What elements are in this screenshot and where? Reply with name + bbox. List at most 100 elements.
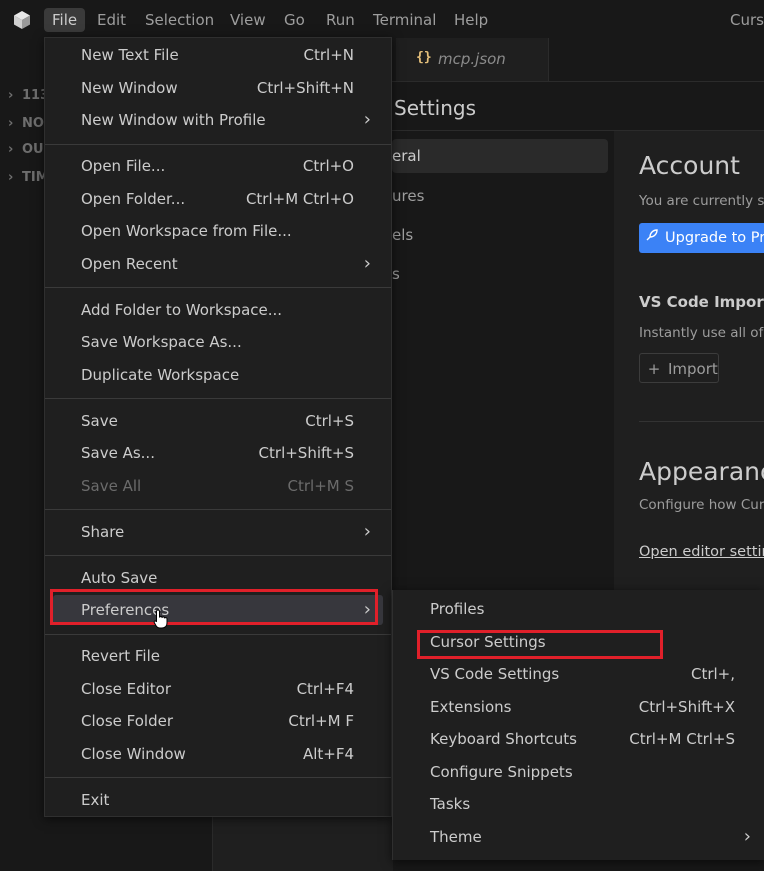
menu-item-duplicate-workspace[interactable]: Duplicate Workspace	[45, 360, 391, 390]
menu-item-shortcut: Ctrl+M F	[288, 712, 354, 730]
menu-item-label: Save All	[81, 476, 142, 495]
chevron-right-icon: ›	[743, 825, 751, 847]
menu-item-open-recent[interactable]: Open Recent ›	[45, 249, 391, 279]
menu-item-label: Revert File	[81, 647, 160, 665]
menu-separator	[45, 509, 391, 510]
settings-nav: eral ures els s	[392, 130, 615, 601]
submenu-item-profiles[interactable]: Profiles	[393, 594, 764, 624]
menu-item-label: New Text File	[81, 46, 179, 64]
submenu-item-tasks[interactable]: Tasks	[393, 789, 764, 819]
sidebar-section-timeline[interactable]: › TIM	[8, 166, 49, 190]
menu-view[interactable]: View	[222, 8, 274, 32]
menu-item-open-workspace-from-file[interactable]: Open Workspace from File...	[45, 216, 391, 246]
menu-edit[interactable]: Edit	[89, 8, 134, 32]
sidebar-section-1[interactable]: › 113	[8, 84, 49, 108]
menu-file[interactable]: File	[44, 8, 86, 32]
hand-pointer-icon	[153, 609, 168, 629]
highlight-outline-cursor-settings	[417, 630, 663, 659]
menu-item-label: Add Folder to Workspace...	[81, 300, 283, 319]
menu-help[interactable]: Help	[446, 8, 496, 32]
menu-separator	[45, 143, 391, 145]
rocket-icon	[639, 223, 665, 253]
menu-item-shortcut: Ctrl+F4	[296, 679, 354, 698]
menu-item-close-window[interactable]: Close Window Alt+F4	[45, 739, 391, 769]
menu-item-label: Save As...	[81, 444, 155, 462]
menu-terminal[interactable]: Terminal	[365, 8, 444, 32]
submenu-item-label: Tasks	[430, 795, 471, 813]
upgrade-to-pro-button[interactable]: Upgrade to Pro	[639, 223, 764, 253]
submenu-item-extensions[interactable]: Extensions Ctrl+Shift+X	[393, 692, 764, 722]
file-menu: New Text File Ctrl+N New Window Ctrl+Shift+…	[44, 37, 392, 817]
menu-separator	[45, 555, 391, 556]
menu-item-save-workspace-as[interactable]: Save Workspace As...	[45, 327, 391, 357]
settings-nav-features[interactable]: ures	[392, 179, 610, 213]
menu-item-label: Open Folder...	[81, 189, 186, 208]
menu-item-new-window[interactable]: New Window Ctrl+Shift+N	[45, 73, 391, 103]
chevron-right-icon: ›	[8, 88, 14, 103]
submenu-item-label: Configure Snippets	[430, 762, 573, 781]
menu-item-close-folder[interactable]: Close Folder Ctrl+M F	[45, 706, 391, 736]
menu-separator	[45, 287, 391, 288]
menu-separator	[45, 398, 391, 399]
menu-item-save-as[interactable]: Save As... Ctrl+Shift+S	[45, 438, 391, 468]
menu-item-shortcut: Ctrl+N	[303, 46, 354, 64]
menu-item-add-folder-to-workspace[interactable]: Add Folder to Workspace...	[45, 295, 391, 325]
menu-item-revert-file[interactable]: Revert File	[45, 641, 391, 671]
menu-item-auto-save[interactable]: Auto Save	[45, 563, 391, 593]
menu-separator	[45, 777, 391, 778]
menu-separator	[45, 633, 391, 635]
settings-nav-general[interactable]: eral	[392, 139, 608, 173]
settings-nav-models[interactable]: els	[392, 218, 610, 252]
menu-item-label: Close Folder	[81, 712, 173, 730]
menu-item-new-text-file[interactable]: New Text File Ctrl+N	[45, 40, 391, 70]
menu-item-label: Share	[81, 522, 125, 541]
menu-item-exit[interactable]: Exit	[45, 785, 391, 815]
menu-item-label: Auto Save	[81, 568, 158, 587]
menu-item-share[interactable]: Share ›	[45, 517, 391, 547]
menu-item-new-window-with-profile[interactable]: New Window with Profile ›	[45, 105, 391, 135]
menu-item-close-editor[interactable]: Close Editor Ctrl+F4	[45, 674, 391, 704]
chevron-right-icon: ›	[363, 252, 371, 274]
menu-go[interactable]: Go	[276, 8, 313, 32]
submenu-item-label: Theme	[430, 827, 482, 846]
chevron-right-icon: ›	[363, 109, 371, 130]
submenu-item-theme[interactable]: Theme ›	[393, 822, 764, 852]
vscode-import-text: Instantly use all of y	[639, 325, 764, 341]
sidebar-section-outline[interactable]: › OU	[8, 138, 44, 162]
menu-item-shortcut: Ctrl+M Ctrl+O	[245, 189, 354, 208]
appearance-heading: Appearance	[639, 457, 764, 486]
highlight-outline-preferences	[50, 589, 378, 625]
submenu-item-label: Extensions	[430, 697, 512, 716]
menu-item-label: New Window with Profile	[81, 111, 266, 129]
menu-item-shortcut: Alt+F4	[302, 744, 354, 763]
menu-item-label: New Window	[81, 78, 178, 97]
menu-selection[interactable]: Selection	[137, 8, 222, 32]
menu-item-save[interactable]: Save Ctrl+S	[45, 406, 391, 436]
settings-content: Account You are currently sign Upgrade t…	[614, 130, 764, 601]
menu-run[interactable]: Run	[318, 8, 363, 32]
menu-item-open-folder[interactable]: Open Folder... Ctrl+M Ctrl+O	[45, 184, 391, 214]
menu-item-label: Exit	[81, 790, 110, 809]
open-editor-settings-link[interactable]: Open editor setting	[639, 544, 764, 560]
settings-nav-rules[interactable]: s	[392, 257, 610, 291]
submenu-item-label: Keyboard Shortcuts	[430, 730, 577, 748]
submenu-item-vs-code-settings[interactable]: VS Code Settings Ctrl+,	[393, 659, 764, 689]
menu-item-save-all: Save All Ctrl+M S	[45, 471, 391, 501]
tab-mcp-json[interactable]: {} mcp.json	[396, 38, 549, 81]
submenu-item-keyboard-shortcuts[interactable]: Keyboard Shortcuts Ctrl+M Ctrl+S	[393, 724, 764, 754]
import-button[interactable]: + Import	[639, 353, 719, 383]
plus-icon: +	[647, 360, 661, 378]
settings-title: Settings	[394, 96, 477, 120]
menu-item-shortcut: Ctrl+O	[302, 157, 354, 175]
submenu-item-shortcut: Ctrl+,	[690, 665, 735, 683]
sidebar-section-2[interactable]: › NO	[8, 112, 44, 136]
menu-item-label: Close Window	[81, 744, 186, 763]
cursor-logo-icon[interactable]	[12, 10, 32, 30]
section-divider	[639, 421, 764, 422]
menu-item-shortcut: Ctrl+S	[305, 411, 354, 430]
menu-item-open-file[interactable]: Open File... Ctrl+O	[45, 151, 391, 181]
vscode-import-heading: VS Code Import	[639, 293, 764, 311]
submenu-item-configure-snippets[interactable]: Configure Snippets	[393, 757, 764, 787]
menu-item-label: Open Recent	[81, 254, 178, 273]
json-file-icon: {}	[416, 50, 432, 65]
